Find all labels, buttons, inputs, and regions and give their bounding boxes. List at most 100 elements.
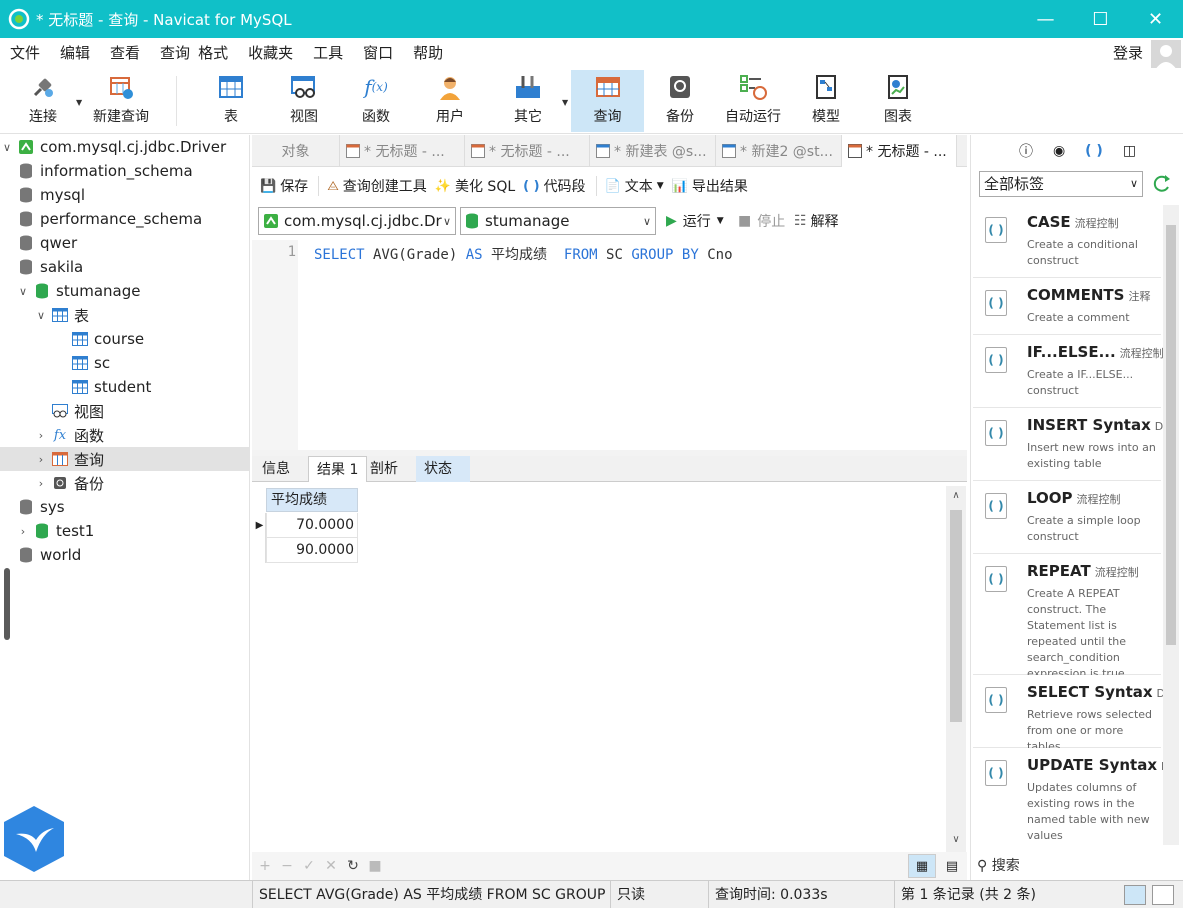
tree-backups-folder[interactable]: › 备份 [0, 471, 249, 495]
explain-button[interactable]: ☷ 解释 [794, 211, 839, 231]
layout-icon[interactable]: ◫ [1123, 143, 1136, 159]
tab-query-2[interactable]: * 无标题 - ... [465, 135, 590, 167]
tree-tables-folder[interactable]: ∨ 表 [0, 303, 249, 327]
query-button[interactable]: 查询 [571, 70, 644, 132]
form-view-icon[interactable]: ▤ [938, 854, 966, 878]
text-button[interactable]: 📄 文本 ▼ [605, 176, 664, 196]
menu-file[interactable]: 文件 [0, 38, 50, 68]
chevron-right-icon[interactable]: › [34, 453, 48, 466]
snippet-item[interactable]: ( ) REPEAT 流程控制 Create A REPEAT construct… [973, 554, 1161, 680]
connect-button[interactable]: 连接 [14, 70, 72, 132]
tab-result-1[interactable]: 结果 1 [308, 456, 368, 482]
tree-db-mysql[interactable]: mysql [0, 183, 249, 207]
grid-view-icon[interactable]: ▦ [908, 854, 936, 878]
menu-window[interactable]: 窗口 [353, 38, 403, 68]
menu-format[interactable]: 格式 [194, 38, 238, 68]
snippet-item[interactable]: ( ) SELECT SyntaxDM Retrieve rows select… [973, 675, 1175, 753]
tree-connection[interactable]: ∨ com.mysql.cj.jdbc.Driver [0, 135, 249, 159]
row-pointer-icon[interactable]: ▶ [254, 513, 266, 538]
database-select[interactable]: stumanage ∨ [460, 207, 656, 235]
tag-filter-select[interactable]: 全部标签 ∨ [979, 171, 1143, 197]
menu-help[interactable]: 帮助 [403, 38, 453, 68]
stop-icon[interactable]: ■ [364, 858, 386, 874]
discard-icon[interactable]: ✕ [320, 858, 342, 874]
tree-table-student[interactable]: student [0, 375, 249, 399]
tree-db-stumanage[interactable]: ∨ stumanage [0, 279, 249, 303]
tree-table-sc[interactable]: sc [0, 351, 249, 375]
apply-icon[interactable]: ✓ [298, 858, 320, 874]
view-button[interactable]: 视图 [276, 70, 332, 132]
tab-objects[interactable]: 对象 [252, 135, 340, 167]
beautify-sql-button[interactable]: ✨ 美化 SQL [435, 176, 515, 196]
row-selector[interactable] [254, 538, 266, 563]
menu-tools[interactable]: 工具 [303, 38, 353, 68]
chart-button[interactable]: 图表 [870, 70, 926, 132]
stop-button[interactable]: ■ 停止 [738, 211, 785, 231]
tree-db-sys[interactable]: sys [0, 495, 249, 519]
snippet-search[interactable]: ⚲ 搜索 [977, 855, 1020, 875]
tree-scroll-indicator[interactable] [4, 568, 10, 640]
menu-query[interactable]: 查询 [150, 38, 194, 68]
snippet-item[interactable]: ( ) INSERT SyntaxDM Insert new rows into… [973, 408, 1173, 481]
scrollbar-thumb[interactable] [950, 510, 962, 722]
refresh-icon[interactable]: ↻ [342, 858, 364, 874]
tab-new-2[interactable]: * 新建2 @st... [716, 135, 842, 167]
scroll-down-icon[interactable]: ∨ [946, 834, 966, 845]
tab-profile[interactable]: 剖析 [362, 456, 406, 482]
new-query-button[interactable]: 新建查询 [88, 70, 154, 132]
export-results-button[interactable]: 📊 导出结果 [672, 176, 748, 196]
menu-view[interactable]: 查看 [100, 38, 150, 68]
tree-db-sakila[interactable]: sakila [0, 255, 249, 279]
other-dropdown-icon[interactable]: ▼ [562, 98, 568, 107]
tab-query-1[interactable]: * 无标题 - ... [340, 135, 465, 167]
refresh-icon[interactable] [1151, 173, 1173, 195]
snippet-icon[interactable]: ( ) [1085, 143, 1103, 159]
snippet-button[interactable]: ( ) 代码段 [523, 176, 585, 196]
tab-new-table[interactable]: * 新建表 @s... [590, 135, 716, 167]
tree-db-performance-schema[interactable]: performance_schema [0, 207, 249, 231]
chevron-right-icon[interactable]: › [16, 525, 30, 538]
minimize-button[interactable]: — [1018, 0, 1073, 38]
grid-scrollbar[interactable]: ∧ ∨ [946, 486, 966, 852]
scroll-up-icon[interactable]: ∧ [946, 490, 966, 501]
snippet-item[interactable]: ( ) LOOP 流程控制 Create a simple loop constr… [973, 481, 1161, 554]
sql-editor[interactable]: 1 SELECT AVG(Grade) AS 平均成绩 FROM SC GROU… [252, 240, 967, 450]
info-icon[interactable]: ⓘ [1019, 141, 1033, 161]
table-cell[interactable]: 70.0000 [266, 513, 358, 538]
other-button[interactable]: 其它 [500, 70, 556, 132]
login-link[interactable]: 登录 [1113, 38, 1143, 68]
tree-db-qwer[interactable]: qwer [0, 231, 249, 255]
table-cell[interactable]: 90.0000 [266, 538, 358, 563]
menu-edit[interactable]: 编辑 [50, 38, 100, 68]
chevron-down-icon[interactable]: ∨ [34, 309, 48, 322]
panel-left-icon[interactable] [1124, 885, 1146, 905]
connect-dropdown-icon[interactable]: ▼ [76, 98, 82, 107]
backup-button[interactable]: 备份 [652, 70, 708, 132]
user-button[interactable]: 用户 [422, 70, 478, 132]
column-header[interactable]: 平均成绩 [266, 488, 358, 512]
query-builder-button[interactable]: ⨺ 查询创建工具 [327, 176, 427, 196]
maximize-button[interactable]: ☐ [1073, 0, 1128, 38]
snippet-item[interactable]: ( ) UPDATE SyntaxDM Updates columns of e… [973, 748, 1179, 845]
panel-right-icon[interactable] [1152, 885, 1174, 905]
eye-icon[interactable]: ◉ [1053, 143, 1065, 159]
snippet-item[interactable]: ( ) CASE 流程控制 Create a conditional constr… [973, 205, 1161, 278]
result-grid[interactable]: 平均成绩 ▶ 70.0000 90.0000 [254, 486, 946, 852]
run-button[interactable]: ▶ 运行 ▼ [666, 211, 724, 231]
tree-table-course[interactable]: course [0, 327, 249, 351]
delete-row-icon[interactable]: − [276, 858, 298, 874]
tree-functions-folder[interactable]: › fx 函数 [0, 423, 249, 447]
snippet-item[interactable]: ( ) COMMENTS 注释 Create a comment [973, 278, 1161, 335]
tree-db-information-schema[interactable]: information_schema [0, 159, 249, 183]
snippet-scrollbar[interactable] [1163, 205, 1179, 845]
add-row-icon[interactable]: + [254, 858, 276, 874]
sql-code[interactable]: SELECT AVG(Grade) AS 平均成绩 FROM SC GROUP … [314, 244, 733, 264]
table-button[interactable]: 表 [204, 70, 258, 132]
connection-select[interactable]: com.mysql.cj.jdbc.Dr ∨ [258, 207, 456, 235]
schedule-button[interactable]: 自动运行 [720, 70, 786, 132]
tree-queries-folder[interactable]: › 查询 [0, 447, 249, 471]
chevron-right-icon[interactable]: › [34, 429, 48, 442]
tree-db-world[interactable]: world [0, 543, 249, 567]
tree-db-test1[interactable]: › test1 [0, 519, 249, 543]
save-button[interactable]: 💾 保存 [260, 176, 308, 196]
